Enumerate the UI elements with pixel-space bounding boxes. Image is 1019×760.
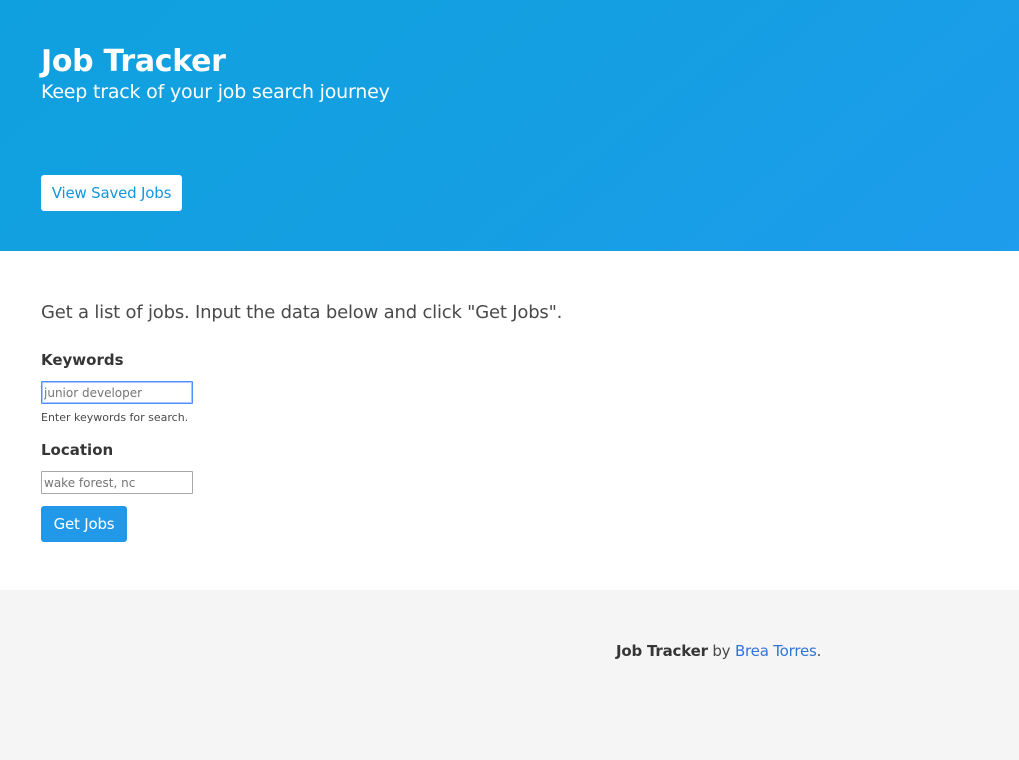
view-saved-jobs-button[interactable]: View Saved Jobs: [41, 175, 182, 211]
location-label: Location: [41, 441, 114, 459]
author-link[interactable]: Brea Torres: [735, 642, 817, 660]
page-subtitle: Keep track of your job search journey: [41, 81, 390, 103]
footer-brand: Job Tracker: [616, 642, 708, 660]
footer-credit: Job Tracker by Brea Torres.: [616, 640, 821, 662]
keywords-label: Keywords: [41, 351, 124, 369]
get-jobs-button[interactable]: Get Jobs: [41, 506, 127, 542]
form-instructions: Get a list of jobs. Input the data below…: [41, 302, 563, 323]
footer-by-text: by: [707, 642, 735, 660]
footer-end-punct: .: [816, 642, 822, 660]
keywords-input[interactable]: [41, 381, 193, 404]
location-input[interactable]: [41, 471, 193, 494]
keywords-help-text: Enter keywords for search.: [41, 411, 189, 424]
hero-banner: Job Tracker Keep track of your job searc…: [0, 0, 1019, 251]
footer: Job Tracker by Brea Torres.: [0, 590, 1019, 760]
